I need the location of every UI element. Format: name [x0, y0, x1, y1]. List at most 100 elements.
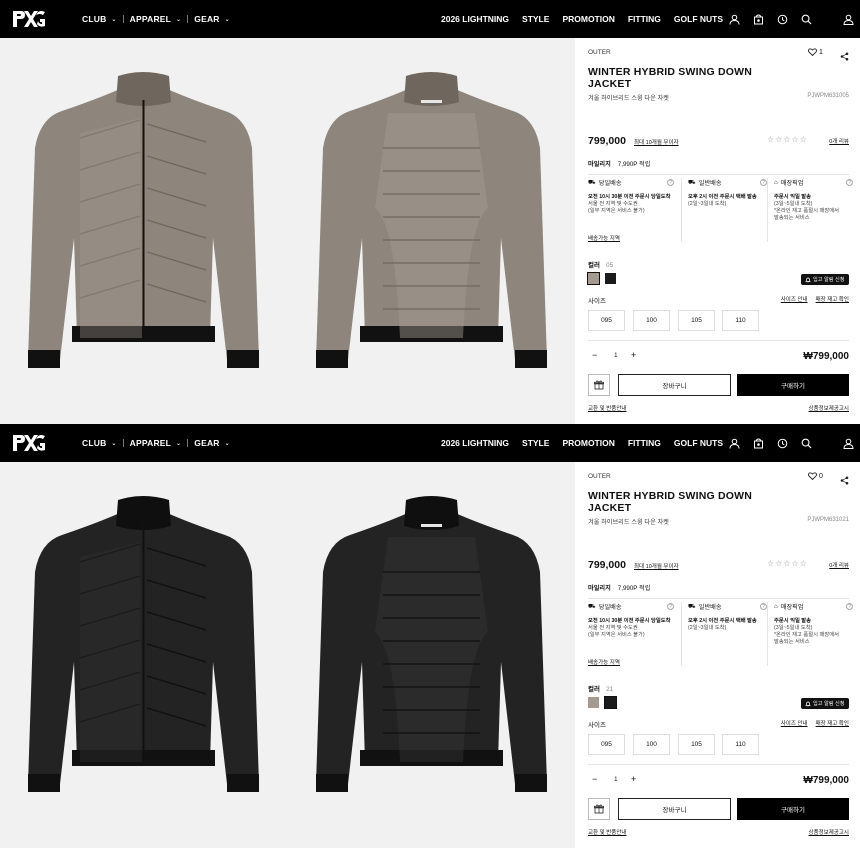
nav-link[interactable]: STYLE — [522, 14, 549, 24]
buy-now-button[interactable]: 구매하기 — [737, 798, 849, 820]
reviews-link[interactable]: 0개 리뷰 — [829, 137, 849, 145]
nav-link[interactable]: 2026 LIGHTNING — [441, 438, 509, 448]
gift-button[interactable] — [588, 798, 610, 820]
reviews-link[interactable]: 0개 리뷰 — [829, 561, 849, 569]
color-swatch-black[interactable] — [604, 696, 617, 709]
nav-item-apparel[interactable]: APPAREL ⌄ — [130, 438, 182, 448]
shipping-detail: *온라인 재고 품절시 매장에서 — [774, 632, 839, 638]
shopping-bag-icon[interactable] — [752, 13, 765, 26]
share-icon[interactable] — [840, 472, 849, 490]
product-notice-link[interactable]: 상품정보제공고시 — [809, 828, 849, 836]
info-icon[interactable]: ? — [846, 179, 853, 186]
nav-icons — [728, 424, 855, 462]
shipping-area-link[interactable]: 배송가능 지역 — [588, 658, 620, 666]
size-option[interactable]: 095 — [588, 734, 625, 755]
nav-item-club[interactable]: CLUB ⌄ — [82, 14, 117, 24]
jacket-back-image[interactable] — [288, 462, 575, 848]
jacket-front-image[interactable] — [0, 38, 287, 424]
size-option[interactable]: 095 — [588, 310, 625, 331]
nav-item-club[interactable]: CLUB ⌄ — [82, 438, 117, 448]
product-info: OUTER 1 WINTER HYBRID SWING DOWN JACKET … — [575, 38, 860, 424]
nav-item-label: GEAR — [194, 438, 220, 448]
nav-item-gear[interactable]: GEAR ⌄ — [194, 438, 230, 448]
chevron-down-icon: ⌄ — [224, 16, 230, 23]
user-icon[interactable] — [728, 437, 741, 450]
exchange-return-link[interactable]: 교환 및 반품안내 — [588, 404, 626, 412]
search-icon[interactable] — [800, 437, 813, 450]
share-icon[interactable] — [840, 48, 849, 66]
size-option[interactable]: 100 — [633, 310, 670, 331]
account-icon[interactable] — [842, 437, 855, 450]
add-to-cart-button[interactable]: 장바구니 — [618, 798, 731, 820]
add-to-cart-button[interactable]: 장바구니 — [618, 374, 731, 396]
color-swatch-khaki[interactable] — [587, 272, 600, 285]
store-stock-link[interactable]: 매장 재고 확인 — [816, 295, 849, 303]
gift-icon — [594, 804, 604, 814]
like-button[interactable]: 0 — [808, 472, 823, 480]
store-stock-link[interactable]: 매장 재고 확인 — [816, 719, 849, 727]
size-option[interactable]: 105 — [678, 734, 715, 755]
history-icon[interactable] — [776, 437, 789, 450]
info-icon[interactable]: ? — [760, 179, 767, 186]
nav-secondary: 2026 LIGHTNING STYLE PROMOTION FITTING GOLF … — [441, 0, 723, 38]
shipping-detail: 서울 전 지역 및 수도권 — [588, 201, 638, 207]
nav-item-gear[interactable]: GEAR ⌄ — [194, 14, 230, 24]
nav-link[interactable]: 2026 LIGHTNING — [441, 14, 509, 24]
buy-now-button[interactable]: 구매하기 — [737, 374, 849, 396]
info-icon[interactable]: ? — [667, 603, 674, 610]
quantity-decrease-button[interactable]: − — [592, 350, 597, 360]
account-icon[interactable] — [842, 13, 855, 26]
nav-link[interactable]: PROMOTION — [562, 438, 614, 448]
gift-button[interactable] — [588, 374, 610, 396]
mileage-value: 7,990P 적립 — [617, 161, 651, 168]
like-button[interactable]: 1 — [808, 48, 823, 56]
search-icon[interactable] — [800, 13, 813, 26]
info-icon[interactable]: ? — [760, 603, 767, 610]
shipping-area-link[interactable]: 배송가능 지역 — [588, 234, 620, 242]
size-option[interactable]: 110 — [722, 734, 759, 755]
shipping-option-same-day: ⛟ 당일배송? 오전 10시 30분 이전 주문시 당일도착 서울 전 지역 및 수도… — [588, 602, 674, 666]
restock-alert-button[interactable]: 입고 알림 신청 — [801, 274, 849, 285]
nav-link[interactable]: STYLE — [522, 438, 549, 448]
restock-alert-button[interactable]: 입고 알림 신청 — [801, 698, 849, 709]
jacket-back-image[interactable] — [288, 38, 575, 424]
jacket-front-image[interactable] — [0, 462, 287, 848]
color-code: 21 — [605, 686, 614, 693]
nav-link[interactable]: GOLF NUTS — [674, 438, 723, 448]
size-option[interactable]: 105 — [678, 310, 715, 331]
quantity-value[interactable]: 1 — [614, 352, 618, 359]
nav-link[interactable]: FITTING — [628, 438, 661, 448]
quantity-increase-button[interactable]: + — [631, 350, 636, 360]
info-icon[interactable]: ? — [667, 179, 674, 186]
color-label-text: 컬러 — [588, 262, 600, 269]
pxg-logo[interactable] — [12, 433, 46, 453]
history-icon[interactable] — [776, 13, 789, 26]
product-notice-link[interactable]: 상품정보제공고시 — [809, 404, 849, 412]
shopping-bag-icon[interactable] — [752, 437, 765, 450]
size-guide-link[interactable]: 사이즈 안내 — [781, 719, 808, 727]
nav-link[interactable]: GOLF NUTS — [674, 14, 723, 24]
size-option[interactable]: 110 — [722, 310, 759, 331]
size-guide-link[interactable]: 사이즈 안내 — [781, 295, 808, 303]
shipping-detail: (2일~3일내 도착) — [688, 625, 727, 631]
rating-stars: ☆☆☆☆☆ — [767, 559, 808, 568]
color-swatch-black[interactable] — [605, 273, 616, 284]
nav-link[interactable]: PROMOTION — [562, 14, 614, 24]
product-info: OUTER 0 WINTER HYBRID SWING DOWN JACKET … — [575, 462, 860, 848]
product-subtitle: 겨울 하이브리드 스윙 다운 자켓 — [588, 519, 669, 526]
exchange-return-link[interactable]: 교환 및 반품안내 — [588, 828, 626, 836]
installment-link[interactable]: 최대 10개월 무이자 — [634, 138, 679, 146]
pxg-logo[interactable] — [12, 9, 46, 29]
info-icon[interactable]: ? — [846, 603, 853, 610]
shipping-condition: 오후 2시 이전 주문시 택배 발송 — [688, 618, 757, 624]
user-icon[interactable] — [728, 13, 741, 26]
quantity-increase-button[interactable]: + — [631, 774, 636, 784]
quantity-value[interactable]: 1 — [614, 776, 618, 783]
installment-link[interactable]: 최대 10개월 무이자 — [634, 562, 679, 570]
size-option[interactable]: 100 — [633, 734, 670, 755]
nav-item-apparel[interactable]: APPAREL ⌄ — [130, 14, 182, 24]
color-swatch-khaki[interactable] — [588, 697, 599, 708]
quantity-decrease-button[interactable]: − — [592, 774, 597, 784]
nav-link[interactable]: FITTING — [628, 14, 661, 24]
size-label: 사이즈 — [588, 298, 606, 305]
